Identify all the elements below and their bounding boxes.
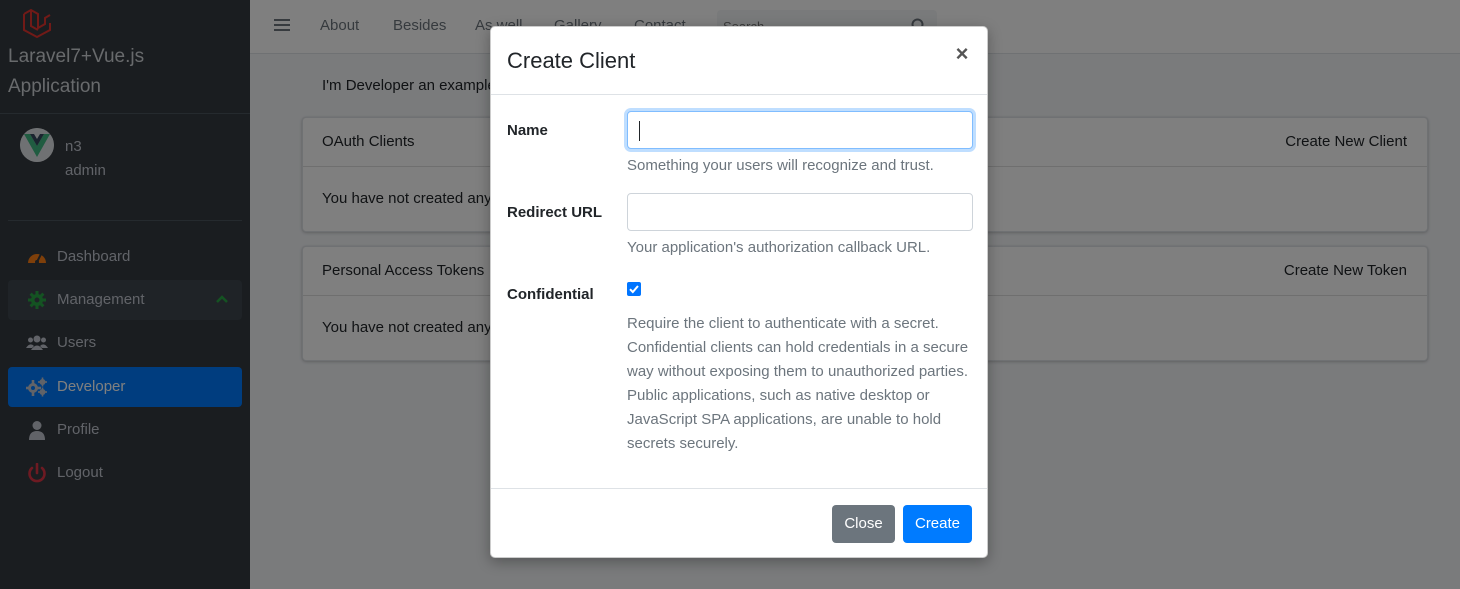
redirect-url-help-text: Your application's authorization callbac… [627,239,931,256]
checkmark-icon [629,285,639,294]
name-help-text: Something your users will recognize and … [627,157,934,174]
confidential-label: Confidential [507,286,594,303]
confidential-checkbox[interactable] [627,282,641,296]
name-label: Name [507,122,548,139]
name-input[interactable] [627,111,973,149]
close-icon[interactable]: × [951,43,973,65]
modal-header: Create Client × [491,27,987,95]
redirect-url-input[interactable] [627,193,973,231]
confidential-help-text: Require the client to authenticate with … [627,315,969,452]
redirect-url-label: Redirect URL [507,204,603,221]
modal-title: Create Client [507,48,636,73]
create-client-modal: Create Client × Name Something your user… [490,26,988,558]
close-button[interactable]: Close [832,505,895,543]
create-button[interactable]: Create [903,505,972,543]
text-caret [639,121,640,141]
modal-footer: Close Create [491,488,987,558]
